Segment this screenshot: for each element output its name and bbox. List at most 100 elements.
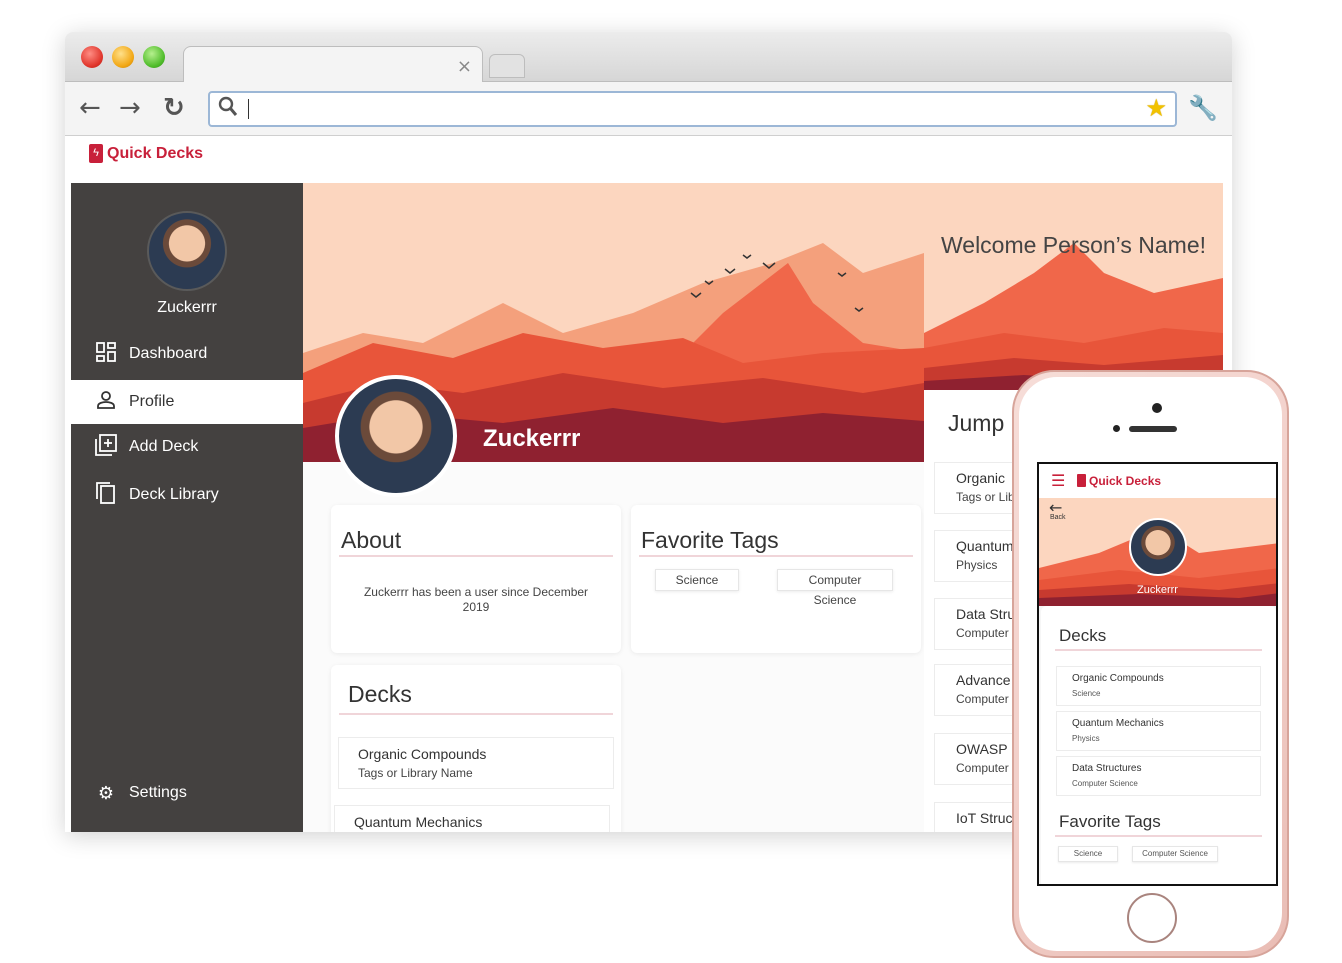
decks-card: Decks Organic Compounds Tags or Library … bbox=[331, 665, 621, 832]
jump-item-subtitle: Computer bbox=[956, 761, 1009, 775]
tag-chip-computer-science[interactable]: Computer Science bbox=[777, 569, 893, 607]
reload-icon[interactable]: ↻ bbox=[163, 94, 185, 122]
mobile-header: ☰ Quick Decks bbox=[1039, 464, 1276, 498]
jump-item-subtitle: Physics bbox=[956, 558, 998, 572]
jump-item-subtitle: Computer bbox=[956, 626, 1009, 640]
about-text: Zuckerrr has been a user since December … bbox=[363, 585, 589, 614]
divider bbox=[639, 555, 913, 557]
phone-device: ☰ Quick Decks ← Back Zuckerrr Decks Orga… bbox=[1012, 370, 1289, 958]
profile-avatar[interactable] bbox=[335, 375, 457, 497]
sidebar-item-settings[interactable]: ⚙ Settings bbox=[71, 771, 303, 815]
mobile-deck-item[interactable]: Organic Compounds Science bbox=[1056, 666, 1261, 706]
favorite-tags-title: Favorite Tags bbox=[641, 527, 779, 553]
minimize-window-button[interactable] bbox=[112, 46, 134, 68]
forward-arrow-icon[interactable]: → bbox=[119, 94, 141, 122]
browser-tab-strip: × bbox=[65, 32, 1232, 83]
about-title: About bbox=[341, 527, 402, 553]
sidebar-username: Zuckerrr bbox=[157, 299, 217, 316]
jump-item-subtitle: Computer bbox=[956, 692, 1009, 706]
mobile-deck-item[interactable]: Data Structures Computer Science bbox=[1056, 756, 1261, 796]
jump-item-title: IoT Struc bbox=[956, 810, 1013, 826]
library-icon bbox=[95, 481, 117, 509]
sidebar-item-add-deck[interactable]: Add Deck bbox=[71, 425, 303, 469]
avatar[interactable] bbox=[147, 211, 227, 291]
wrench-icon[interactable]: 🔧 bbox=[1188, 94, 1218, 122]
hamburger-menu-icon[interactable]: ☰ bbox=[1051, 471, 1065, 490]
sidebar-item-label: Add Deck bbox=[129, 438, 199, 455]
divider bbox=[339, 555, 613, 557]
deck-title: Organic Compounds bbox=[1072, 673, 1164, 684]
profile-main: Zuckerrr About Zuckerrr has been a user … bbox=[303, 183, 924, 832]
close-tab-icon[interactable]: × bbox=[457, 56, 472, 77]
gear-icon: ⚙ bbox=[97, 782, 115, 804]
browser-toolbar: ← → ↻ ★ 🔧 bbox=[65, 82, 1232, 136]
jump-item-title: OWASP bbox=[956, 741, 1008, 757]
deck-title: Quantum Mechanics bbox=[1072, 718, 1164, 729]
mobile-favorite-tags-title: Favorite Tags bbox=[1059, 812, 1161, 831]
mobile-brand-name[interactable]: Quick Decks bbox=[1089, 474, 1161, 488]
favorite-tags-card: Favorite Tags Science Computer Science bbox=[631, 505, 921, 653]
jump-item-subtitle: Tags or Lib bbox=[956, 490, 1015, 504]
new-tab-button[interactable] bbox=[489, 54, 525, 78]
jump-title: Jump bbox=[948, 410, 1005, 436]
dashboard-icon bbox=[95, 341, 117, 367]
mobile-avatar[interactable] bbox=[1129, 518, 1187, 576]
sidebar: Zuckerrr Dashboard Profile Add Deck Deck… bbox=[71, 183, 303, 832]
deck-subtitle: Computer Science bbox=[1072, 779, 1138, 788]
deck-list-item[interactable]: Organic Compounds Tags or Library Name bbox=[338, 737, 614, 789]
back-arrow-icon[interactable]: ← bbox=[79, 94, 101, 122]
phone-face: ☰ Quick Decks ← Back Zuckerrr Decks Orga… bbox=[1019, 377, 1282, 951]
jump-item-title: Quantum bbox=[956, 538, 1014, 554]
divider bbox=[1055, 649, 1262, 651]
tag-chip-science[interactable]: Science bbox=[1058, 846, 1118, 862]
bookmark-star-icon[interactable]: ★ bbox=[1145, 94, 1167, 122]
sidebar-item-label: Settings bbox=[129, 784, 187, 801]
search-icon bbox=[218, 96, 238, 124]
phone-screen: ☰ Quick Decks ← Back Zuckerrr Decks Orga… bbox=[1037, 462, 1278, 886]
person-icon bbox=[95, 390, 117, 415]
jump-item-title: Organic bbox=[956, 470, 1006, 486]
mobile-content-card: Decks Organic Compounds Science Quantum … bbox=[1041, 606, 1276, 884]
divider bbox=[339, 713, 613, 715]
close-window-button[interactable] bbox=[81, 46, 103, 68]
brand-name: Quick Decks bbox=[107, 144, 204, 162]
deck-title: Data Structures bbox=[1072, 763, 1142, 774]
decks-title: Decks bbox=[348, 681, 412, 707]
text-caret bbox=[248, 99, 249, 119]
speaker-grille bbox=[1129, 426, 1177, 432]
address-bar[interactable]: ★ bbox=[208, 91, 1177, 127]
brand[interactable]: ϟ Quick Decks bbox=[89, 144, 203, 163]
address-input[interactable] bbox=[254, 97, 1134, 121]
home-button[interactable] bbox=[1127, 893, 1177, 943]
back-label[interactable]: Back bbox=[1050, 514, 1066, 521]
deck-subtitle: Physics bbox=[1072, 734, 1100, 743]
mobile-decks-title: Decks bbox=[1059, 626, 1107, 645]
about-card: About Zuckerrr has been a user since Dec… bbox=[331, 505, 621, 653]
browser-tab[interactable]: × bbox=[183, 46, 483, 83]
mobile-profile-banner: ← Back Zuckerrr bbox=[1039, 498, 1276, 606]
deck-list-item[interactable]: Quantum Mechanics bbox=[334, 805, 610, 832]
sensor-dot bbox=[1113, 425, 1120, 432]
sidebar-item-deck-library[interactable]: Deck Library bbox=[71, 473, 303, 517]
deck-logo-icon: ϟ bbox=[89, 144, 103, 163]
tag-chip-computer-science[interactable]: Computer Science bbox=[1132, 846, 1218, 862]
deck-subtitle: Science bbox=[1072, 689, 1101, 698]
sidebar-item-dashboard[interactable]: Dashboard bbox=[71, 332, 303, 376]
add-box-icon bbox=[95, 433, 117, 461]
jump-item-title: Advance bbox=[956, 672, 1011, 688]
maximize-window-button[interactable] bbox=[143, 46, 165, 68]
camera-icon bbox=[1152, 403, 1162, 413]
deck-title: Quantum Mechanics bbox=[354, 814, 483, 830]
welcome-message: Welcome Person’s Name! bbox=[940, 232, 1207, 258]
sidebar-item-label: Dashboard bbox=[129, 345, 208, 362]
sidebar-item-profile[interactable]: Profile bbox=[71, 380, 303, 424]
sidebar-item-label: Deck Library bbox=[129, 486, 219, 503]
mobile-profile-name: Zuckerrr bbox=[1137, 584, 1178, 596]
welcome-banner: Welcome Person’s Name! bbox=[924, 183, 1223, 390]
jump-item-title: Data Stru bbox=[956, 606, 1016, 622]
deck-logo-icon bbox=[1077, 474, 1086, 487]
tag-chip-science[interactable]: Science bbox=[655, 569, 739, 591]
deck-subtitle: Tags or Library Name bbox=[358, 766, 473, 780]
mobile-deck-item[interactable]: Quantum Mechanics Physics bbox=[1056, 711, 1261, 751]
profile-name: Zuckerrr bbox=[483, 425, 581, 452]
